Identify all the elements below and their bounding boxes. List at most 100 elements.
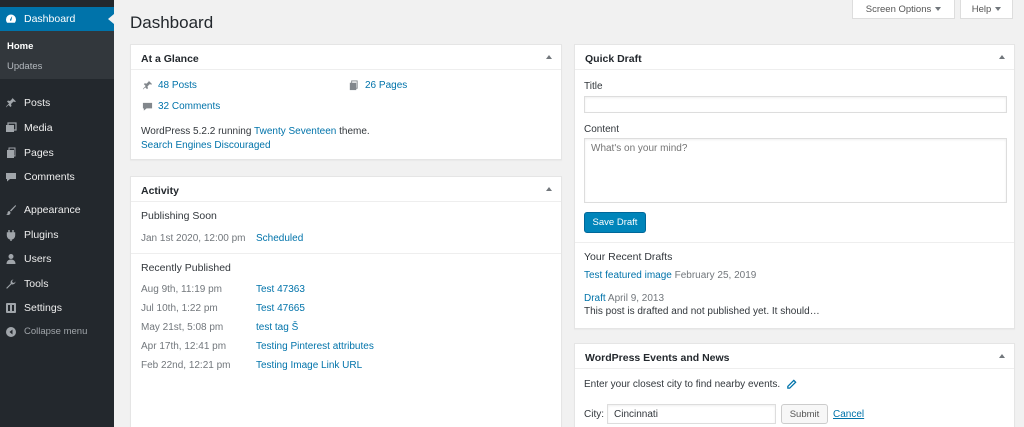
page-title: Dashboard xyxy=(130,13,214,32)
published-date: May 21st, 5:08 pm xyxy=(141,322,224,333)
sidebar-item-comments[interactable]: Comments xyxy=(0,167,114,187)
draft-title-link[interactable]: Test featured image xyxy=(584,270,672,281)
published-post-link[interactable]: Testing Pinterest attributes xyxy=(256,341,374,352)
published-post-link[interactable]: Testing Image Link URL xyxy=(256,360,362,371)
scheduled-post-link[interactable]: Scheduled xyxy=(256,233,303,244)
wordpress-version-line: WordPress 5.2.2 running Twenty Seventeen… xyxy=(141,126,370,137)
panel-title: Quick Draft xyxy=(585,53,642,65)
dashboard-submenu: Home Updates xyxy=(0,31,114,79)
panel-header[interactable]: WordPress Events and News xyxy=(575,344,1014,369)
save-draft-button[interactable]: Save Draft xyxy=(584,212,646,233)
users-icon xyxy=(5,253,17,265)
cancel-link[interactable]: Cancel xyxy=(833,409,864,420)
caret-down-icon xyxy=(935,7,942,11)
published-date: Jul 10th, 1:22 pm xyxy=(141,303,218,314)
city-input[interactable] xyxy=(607,404,776,424)
settings-icon xyxy=(5,302,17,314)
sidebar-item-label: Dashboard xyxy=(24,13,76,25)
sidebar-item-dashboard[interactable]: Dashboard xyxy=(0,7,114,31)
draft-title-input[interactable] xyxy=(584,96,1007,113)
sidebar-item-label: Appearance xyxy=(24,204,81,216)
collapse-toggle-icon[interactable] xyxy=(546,187,552,191)
draft-title-link[interactable]: Draft xyxy=(584,293,606,304)
search-engines-discouraged-link[interactable]: Search Engines Discouraged xyxy=(141,140,271,151)
collapse-icon xyxy=(5,326,17,338)
sidebar-item-label: Posts xyxy=(24,97,51,109)
sidebar-item-label: Collapse menu xyxy=(24,326,88,337)
admin-sidebar: Dashboard Home Updates Posts Media Pages… xyxy=(0,0,114,427)
pages-icon xyxy=(347,79,359,91)
published-post-link[interactable]: test tag Š xyxy=(256,322,298,333)
scheduled-date: Jan 1st 2020, 12:00 pm xyxy=(141,233,246,244)
draft-date: April 9, 2013 xyxy=(607,293,665,304)
version-text-end: theme. xyxy=(339,126,370,137)
published-date: Apr 17th, 12:41 pm xyxy=(141,341,227,352)
city-label: City: xyxy=(584,409,604,420)
pencil-icon[interactable] xyxy=(785,378,797,390)
published-post-link[interactable]: Test 47665 xyxy=(256,303,305,314)
published-post-link[interactable]: Test 47363 xyxy=(256,284,305,295)
submenu-home[interactable]: Home xyxy=(7,41,33,52)
collapse-toggle-icon[interactable] xyxy=(546,55,552,59)
sidebar-item-label: Pages xyxy=(24,147,54,159)
sidebar-item-plugins[interactable]: Plugins xyxy=(0,225,114,245)
collapse-menu-button[interactable]: Collapse menu xyxy=(0,322,114,342)
sidebar-item-appearance[interactable]: Appearance xyxy=(0,200,114,220)
media-icon xyxy=(5,122,17,134)
sidebar-item-label: Settings xyxy=(24,302,62,314)
sidebar-item-tools[interactable]: Tools xyxy=(0,274,114,294)
published-date: Aug 9th, 11:19 pm xyxy=(141,284,222,295)
draft-content-textarea[interactable] xyxy=(584,138,1007,203)
pages-icon xyxy=(5,147,17,159)
sidebar-item-pages[interactable]: Pages xyxy=(0,143,114,163)
draft-item: Test featured image February 25, 2019 xyxy=(584,270,756,281)
sidebar-item-label: Tools xyxy=(24,278,49,290)
dashboard-icon xyxy=(5,13,17,25)
pin-icon xyxy=(141,79,153,91)
pages-count-link[interactable]: 26 Pages xyxy=(365,80,407,91)
draft-excerpt: This post is drafted and not published y… xyxy=(584,306,820,317)
divider xyxy=(131,253,561,254)
panel-title: WordPress Events and News xyxy=(585,352,730,364)
quick-draft-panel: Quick Draft Title Content Save Draft You… xyxy=(574,44,1015,329)
publishing-soon-heading: Publishing Soon xyxy=(141,210,217,222)
wrench-icon xyxy=(5,278,17,290)
collapse-toggle-icon[interactable] xyxy=(999,55,1005,59)
plugin-icon xyxy=(5,229,17,241)
sidebar-item-media[interactable]: Media xyxy=(0,118,114,138)
posts-count-link[interactable]: 48 Posts xyxy=(158,80,197,91)
comment-icon xyxy=(141,100,153,112)
sidebar-item-settings[interactable]: Settings xyxy=(0,298,114,318)
events-news-panel: WordPress Events and News Enter your clo… xyxy=(574,343,1015,427)
version-text: WordPress 5.2.2 running xyxy=(141,126,252,137)
draft-date: February 25, 2019 xyxy=(674,270,757,281)
sidebar-item-posts[interactable]: Posts xyxy=(0,93,114,113)
published-date: Feb 22nd, 12:21 pm xyxy=(141,360,231,371)
panel-title: Activity xyxy=(141,185,179,197)
sidebar-item-label: Comments xyxy=(24,171,75,183)
recent-drafts-heading: Your Recent Drafts xyxy=(584,251,673,263)
title-label: Title xyxy=(584,81,603,92)
panel-header[interactable]: Quick Draft xyxy=(575,45,1014,70)
content-label: Content xyxy=(584,124,620,135)
events-prompt: Enter your closest city to find nearby e… xyxy=(584,379,781,390)
panel-header[interactable]: Activity xyxy=(131,177,561,202)
draft-item: Draft April 9, 2013 xyxy=(584,293,664,304)
help-button[interactable]: Help xyxy=(960,0,1013,19)
divider xyxy=(575,242,1014,243)
submenu-updates[interactable]: Updates xyxy=(7,61,42,72)
activity-panel: Activity Publishing Soon Jan 1st 2020, 1… xyxy=(130,176,562,427)
collapse-toggle-icon[interactable] xyxy=(999,354,1005,358)
caret-down-icon xyxy=(995,7,1002,11)
panel-header[interactable]: At a Glance xyxy=(131,45,561,70)
at-a-glance-panel: At a Glance 48 Posts 26 Pages 32 Comment… xyxy=(130,44,562,160)
sidebar-item-label: Users xyxy=(24,253,52,265)
help-label: Help xyxy=(971,3,992,15)
comments-count-link[interactable]: 32 Comments xyxy=(158,101,220,112)
submit-button[interactable]: Submit xyxy=(781,404,828,424)
screen-options-button[interactable]: Screen Options xyxy=(852,0,955,19)
theme-link[interactable]: Twenty Seventeen xyxy=(254,126,336,137)
sidebar-item-users[interactable]: Users xyxy=(0,249,114,269)
pin-icon xyxy=(5,97,17,109)
brush-icon xyxy=(5,204,17,216)
